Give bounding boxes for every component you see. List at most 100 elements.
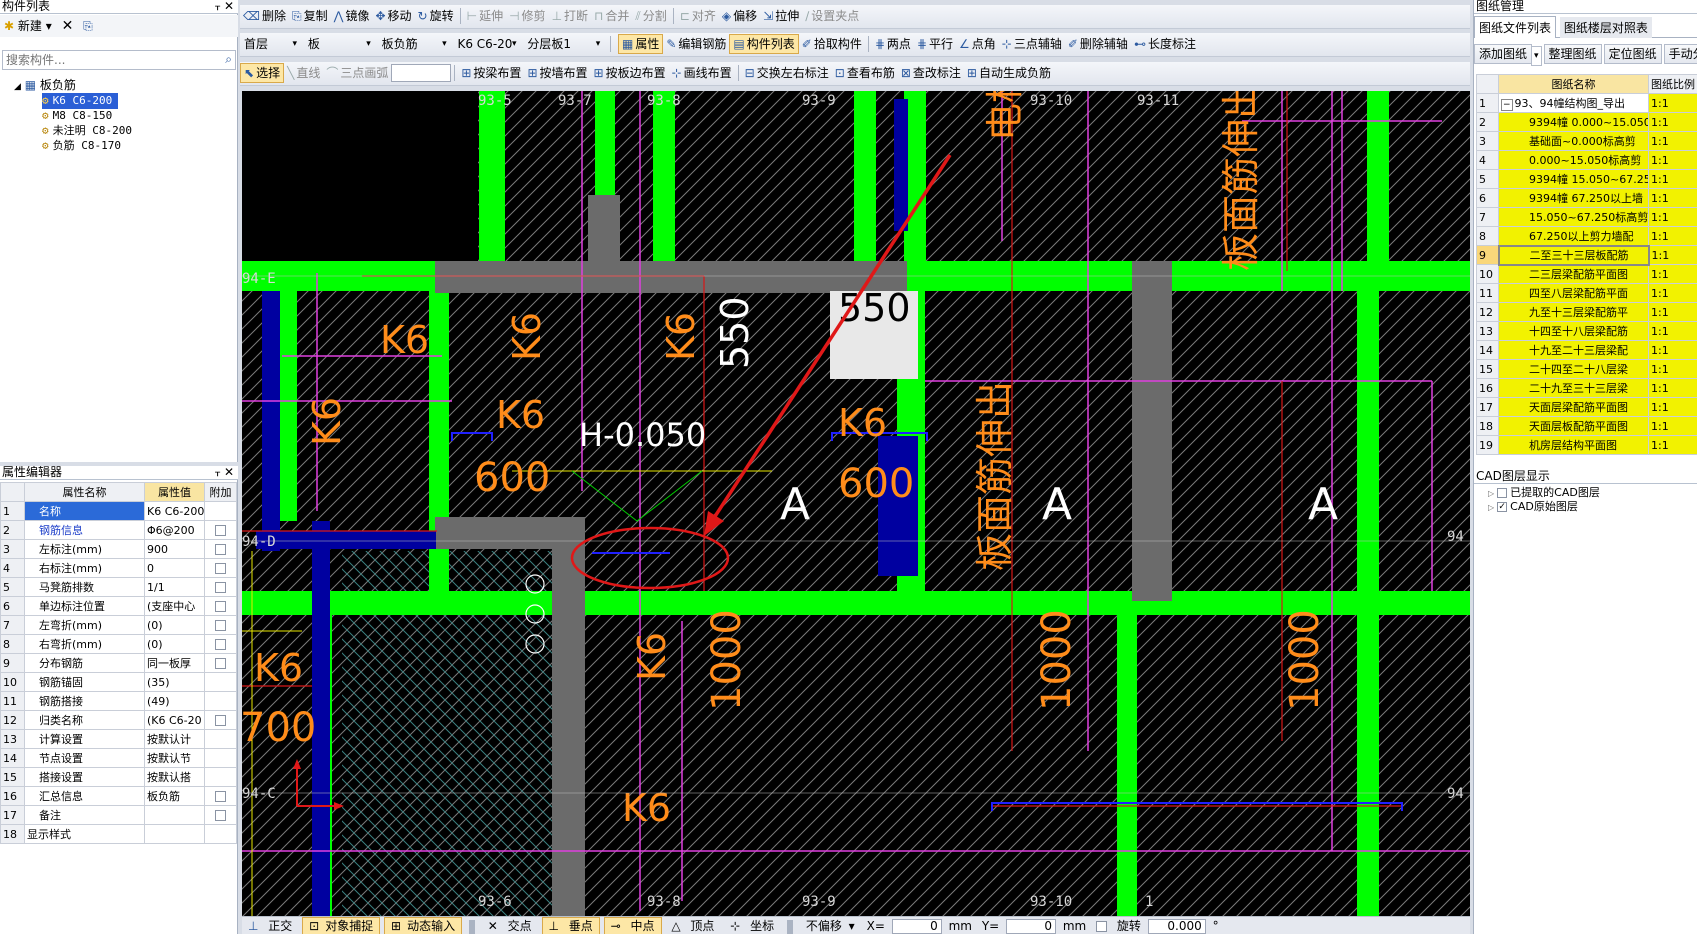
- break-button[interactable]: ⊥ 打断: [549, 5, 591, 27]
- layer-checkbox[interactable]: ✓: [1497, 502, 1508, 512]
- search-icon[interactable]: ⌕: [225, 52, 232, 67]
- type-select[interactable]: 板负筋 ▾: [378, 35, 450, 53]
- move-button[interactable]: ✥ 移动: [372, 5, 414, 27]
- drawing-name[interactable]: 四至八层梁配筋平面: [1498, 283, 1649, 303]
- extra-checkbox[interactable]: [215, 582, 226, 593]
- layer-checkbox[interactable]: [1497, 488, 1508, 498]
- snap-coord[interactable]: ⊹ 坐标: [724, 918, 780, 934]
- collapse-icon[interactable]: −: [1501, 99, 1513, 111]
- delete-component-icon[interactable]: ✕: [62, 18, 74, 34]
- drawing-action-button[interactable]: 添加图纸: [1474, 44, 1533, 64]
- tab-floor-map[interactable]: 图纸楼层对照表: [1559, 17, 1652, 38]
- extra-checkbox[interactable]: [215, 544, 226, 555]
- drawing-name[interactable]: 基础面~0.000标高剪: [1498, 131, 1649, 151]
- drawing-row[interactable]: 8 67.250以上剪力墙配 1:1: [1476, 226, 1697, 246]
- property-extra[interactable]: [204, 767, 237, 787]
- drawing-row[interactable]: 14 十九至二十三层梁配 1:1: [1476, 340, 1697, 360]
- property-row[interactable]: 15 搭接设置 按默认搭: [0, 767, 237, 787]
- beam-place-button[interactable]: ⊞ 按梁布置: [458, 62, 524, 84]
- cad-layer-item[interactable]: ▷ ✓ CAD原始图层: [1488, 500, 1578, 515]
- property-extra[interactable]: [204, 691, 237, 711]
- drawing-row[interactable]: 16 二十九至三十三层梁 1:1: [1476, 378, 1697, 398]
- tree-item[interactable]: ⚙ K6 C6-200: [42, 93, 119, 109]
- dyn-toggle[interactable]: ⊞ 动态输入: [384, 917, 463, 934]
- drawing-name[interactable]: 15.050~67.250标高剪: [1498, 207, 1649, 227]
- extra-checkbox[interactable]: [215, 810, 226, 821]
- chevron-down-icon[interactable]: ▾: [1531, 46, 1542, 66]
- drawing-name[interactable]: 天面层梁配筋平面图: [1498, 397, 1649, 417]
- drawing-name[interactable]: 0.000~15.050标高剪: [1498, 150, 1649, 170]
- extra-checkbox[interactable]: [215, 791, 226, 802]
- extra-checkbox[interactable]: [215, 563, 226, 574]
- parallel-button[interactable]: ⋕ 平行: [914, 33, 956, 55]
- two-point-button[interactable]: ⋕ 两点: [872, 33, 914, 55]
- rotate-input[interactable]: 0.000: [1147, 919, 1206, 934]
- property-row[interactable]: 13 计算设置 按默认计: [0, 729, 237, 749]
- offset-mode-select[interactable]: 不偏移 ▾: [800, 918, 860, 934]
- cad-layer-item[interactable]: ▷ 已提取的CAD图层: [1488, 486, 1600, 501]
- new-button[interactable]: ✱ 新建 ▾: [0, 19, 52, 33]
- property-row[interactable]: 14 节点设置 按默认节: [0, 748, 237, 768]
- drawing-row[interactable]: 11 四至八层梁配筋平面 1:1: [1476, 283, 1697, 303]
- ortho-toggle[interactable]: ⊥ 正交: [242, 918, 298, 934]
- property-value[interactable]: 按默认搭: [144, 767, 205, 787]
- drawing-name[interactable]: 二三层梁配筋平面图: [1498, 264, 1649, 284]
- draw-style-select[interactable]: [391, 64, 452, 82]
- three-point-axis-button[interactable]: ⊹ 三点辅轴: [999, 33, 1065, 55]
- drawing-row[interactable]: 1−93、94幢结构图_导出 1:1: [1476, 93, 1697, 113]
- edit-rebar-button[interactable]: ✎ 编辑钢筋: [663, 33, 729, 55]
- extra-checkbox[interactable]: [215, 658, 226, 669]
- x-input[interactable]: 0: [891, 919, 942, 934]
- drawing-name[interactable]: 9394幢 0.000~15.050: [1498, 112, 1649, 132]
- property-row[interactable]: 10 钢筋锚固 (35): [0, 672, 237, 692]
- property-row[interactable]: 7 左弯折(mm) (0): [0, 615, 237, 635]
- property-value[interactable]: K6 C6-200: [144, 501, 205, 521]
- property-extra[interactable]: [204, 558, 237, 578]
- property-extra[interactable]: [204, 748, 237, 768]
- rotate-button[interactable]: ↻ 旋转: [415, 5, 457, 27]
- property-extra[interactable]: [204, 501, 237, 521]
- pin-icon[interactable]: ᚁ: [215, 0, 220, 13]
- wall-place-button[interactable]: ⊞ 按墙布置: [524, 62, 590, 84]
- drawing-row[interactable]: 15 二十四至二十八层梁 1:1: [1476, 359, 1697, 379]
- property-value[interactable]: (49): [144, 691, 205, 711]
- property-extra[interactable]: [204, 672, 237, 692]
- mirror-button[interactable]: ⋀ 镜像: [331, 5, 373, 27]
- property-value[interactable]: 按默认节: [144, 748, 205, 768]
- property-row[interactable]: 4 右标注(mm) 0: [0, 558, 237, 578]
- arc-button[interactable]: ⌒ 三点画弧: [323, 62, 391, 84]
- close-icon[interactable]: ✕: [224, 0, 234, 13]
- property-value[interactable]: (K6 C6-20: [144, 710, 205, 730]
- align-button[interactable]: ⊏ 对齐: [677, 5, 719, 27]
- expand-icon[interactable]: ▷: [1488, 489, 1494, 498]
- grip-button[interactable]: ∕ 设置夹点: [802, 5, 862, 27]
- collapse-icon[interactable]: ◢: [14, 82, 21, 92]
- property-row[interactable]: 1 名称 K6 C6-200: [0, 501, 237, 521]
- property-value[interactable]: 1/1: [144, 577, 205, 597]
- property-extra[interactable]: [204, 577, 237, 597]
- property-extra[interactable]: [204, 539, 237, 559]
- drawing-name[interactable]: 二十九至三十三层梁: [1498, 378, 1649, 398]
- point-angle-button[interactable]: ∠ 点角: [956, 33, 999, 55]
- properties-button[interactable]: ▦ 属性: [617, 34, 664, 54]
- drawing-row[interactable]: 13 十四至十八层梁配筋 1:1: [1476, 321, 1697, 341]
- drawing-name[interactable]: 二十四至二十八层梁: [1498, 359, 1649, 379]
- drawing-name[interactable]: 天面层板配筋平面图: [1498, 416, 1649, 436]
- y-input[interactable]: 0: [1006, 919, 1057, 934]
- stretch-button[interactable]: ⇲ 拉伸: [760, 5, 802, 27]
- property-value[interactable]: (支座中心: [144, 596, 205, 616]
- drawing-row[interactable]: 12 九至十三层梁配筋平 1:1: [1476, 302, 1697, 322]
- component-list-button[interactable]: ▤ 构件列表: [729, 34, 799, 54]
- drawing-svg[interactable]: K6 K6 K6 K6 K6 600 600 700 K6 K6 K6 K6 板…: [242, 91, 1470, 916]
- drawing-action-button[interactable]: 整理图纸: [1543, 44, 1602, 64]
- snap-mid[interactable]: ⊸ 中点: [603, 917, 662, 934]
- snap-intersect[interactable]: ✕ 交点: [482, 918, 538, 934]
- drawing-row[interactable]: 4 0.000~15.050标高剪 1:1: [1476, 150, 1697, 170]
- close-icon[interactable]: ✕: [224, 466, 234, 479]
- trim-button[interactable]: ⊣ 修剪: [506, 5, 548, 27]
- tab-file-list[interactable]: 图纸文件列表: [1474, 16, 1557, 38]
- property-row[interactable]: 3 左标注(mm) 900: [0, 539, 237, 559]
- layer-select[interactable]: 分层板1 ▾: [523, 35, 603, 53]
- property-row[interactable]: 12 归类名称 (K6 C6-20: [0, 710, 237, 730]
- property-extra[interactable]: [204, 710, 237, 730]
